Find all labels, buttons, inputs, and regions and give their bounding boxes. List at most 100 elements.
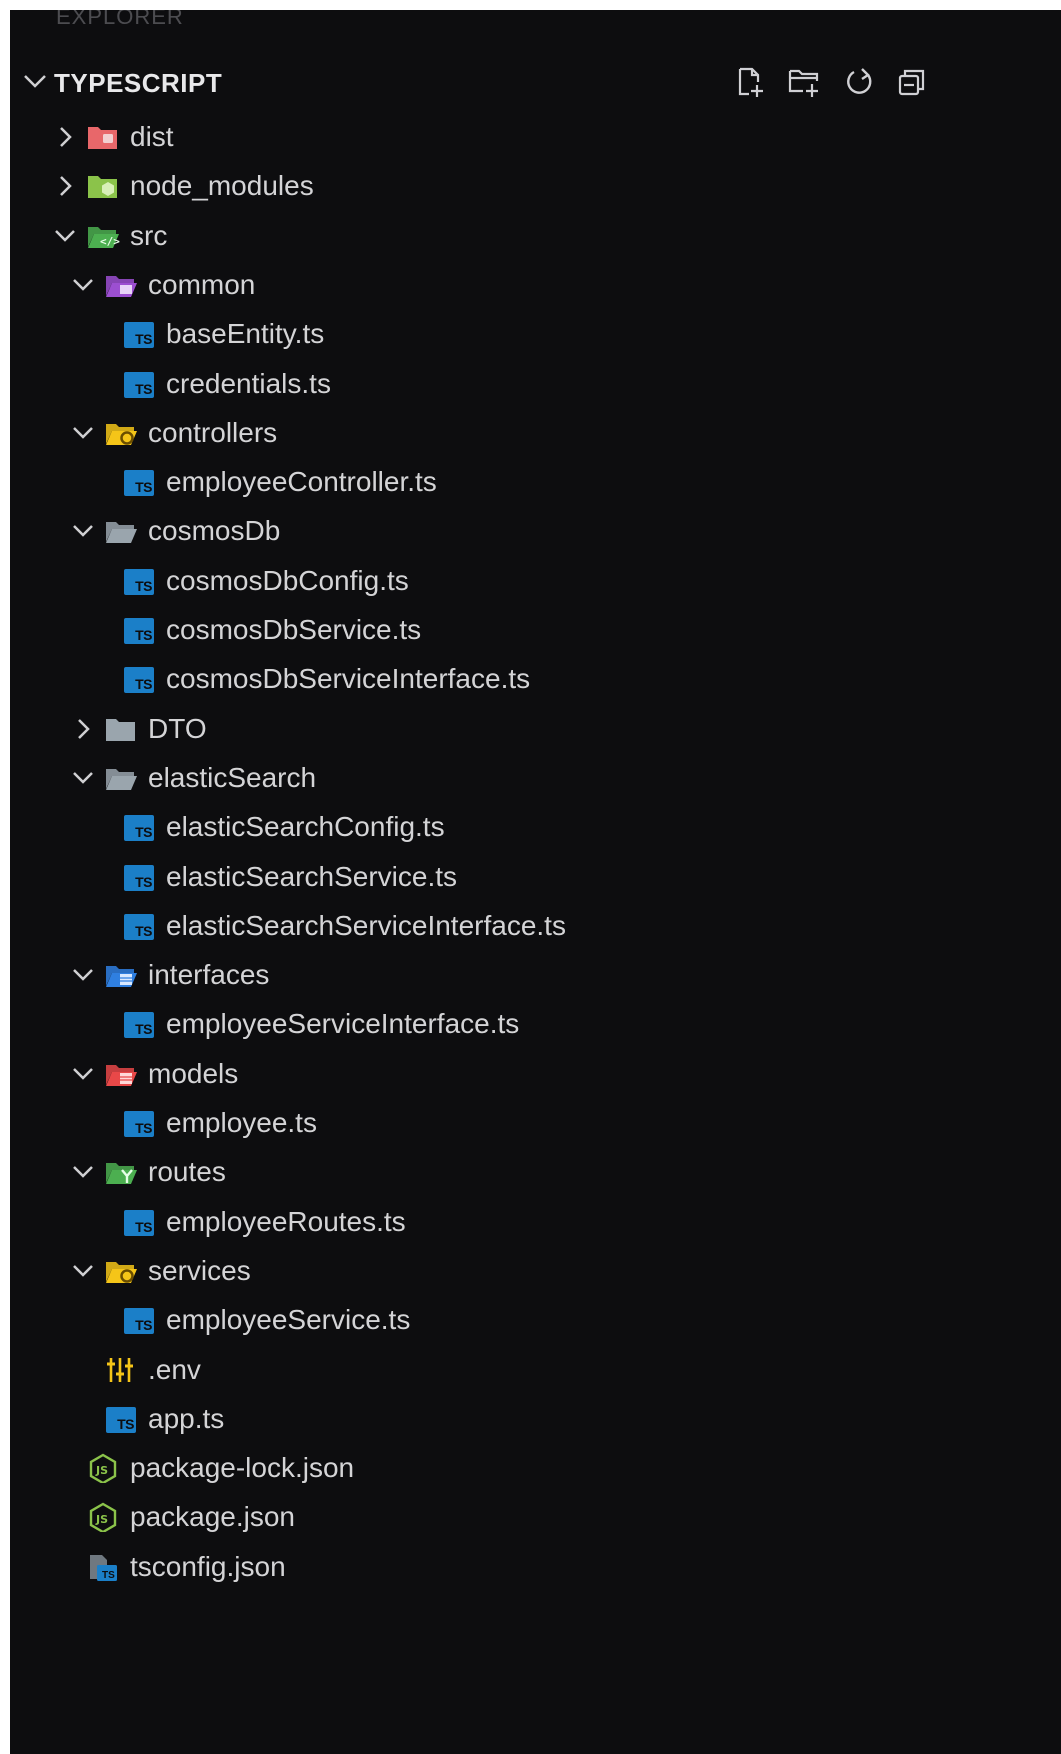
tree-item-label: elasticSearch xyxy=(148,761,317,793)
tree-file-employeecontroller-ts[interactable]: TS employeeController.ts xyxy=(10,455,1061,509)
folder-common-icon xyxy=(106,275,137,297)
new-file-button[interactable] xyxy=(732,64,768,100)
tree-item-label: employee.ts xyxy=(166,1107,317,1138)
typescript-file-icon: TS xyxy=(122,1108,156,1138)
tree-file-elasticsearchserviceinterface-ts[interactable]: TS elasticSearchServiceInterface.ts xyxy=(10,899,1061,953)
typescript-file-icon: TS xyxy=(122,615,156,645)
tree-item-label: node_modules xyxy=(130,170,314,202)
tree-file-package-lock-json[interactable]: JS package-lock.json xyxy=(10,1441,1061,1495)
chevron-down-icon[interactable] xyxy=(68,763,98,793)
folder-controllers-icon xyxy=(106,423,137,445)
tree-file-app-ts[interactable]: TS app.ts xyxy=(10,1392,1061,1446)
tree-item-label: controllers xyxy=(148,416,278,448)
tree-folder-models[interactable]: models xyxy=(10,1047,1061,1101)
svg-text:TS: TS xyxy=(102,1570,115,1581)
tree-file-baseentity-ts[interactable]: TS baseEntity.ts xyxy=(10,307,1061,361)
tree-file-elasticsearchservice-ts[interactable]: TS elasticSearchService.ts xyxy=(10,850,1061,904)
tree-item-label: routes xyxy=(148,1156,226,1188)
tree-folder-controllers[interactable]: controllers xyxy=(10,406,1061,460)
refresh-button[interactable] xyxy=(842,64,878,100)
new-folder-icon xyxy=(788,69,819,97)
tree-file-package-json[interactable]: JS package.json xyxy=(10,1490,1061,1544)
typescript-file-icon: TS xyxy=(122,1009,156,1039)
new-folder-button[interactable] xyxy=(786,64,822,100)
tree-folder-services[interactable]: services xyxy=(10,1244,1061,1298)
chevron-right-icon[interactable] xyxy=(50,122,80,152)
chevron-down-icon[interactable] xyxy=(68,1256,98,1286)
tree-file-tsconfig-json[interactable]: TS tsconfig.json xyxy=(10,1540,1061,1594)
folder-node-icon xyxy=(88,176,117,199)
tree-folder-src[interactable]: </> src xyxy=(10,209,1061,263)
chevron-down-icon[interactable] xyxy=(68,960,98,990)
chevron-down-icon[interactable] xyxy=(68,1059,98,1089)
tree-folder-cosmosdb[interactable]: cosmosDb xyxy=(10,504,1061,558)
section-header[interactable]: TYPESCRIPT xyxy=(10,54,1061,108)
tree-item-label: .env xyxy=(148,1353,201,1385)
typescript-file-icon: TS xyxy=(122,911,156,941)
folder-models-icon xyxy=(106,1064,137,1086)
chevron-down-icon[interactable] xyxy=(68,516,98,546)
tree-folder-common[interactable]: common xyxy=(10,258,1061,312)
section-title: TYPESCRIPT xyxy=(54,68,223,98)
tree-item-label: cosmosDb xyxy=(148,515,281,547)
tree-item-label: package-lock.json xyxy=(130,1452,355,1484)
tree-item-label: baseEntity.ts xyxy=(166,318,325,350)
tree-item-label: app.ts xyxy=(148,1402,225,1434)
chevron-right-icon[interactable] xyxy=(50,171,80,201)
tree-item-label: employeeController.ts xyxy=(166,466,437,498)
tree-file-cosmosdbservice-ts[interactable]: TS cosmosDbService.ts xyxy=(10,603,1061,657)
tree-file-elasticsearchconfig-ts[interactable]: TS elasticSearchConfig.ts xyxy=(10,800,1061,854)
tree-item-label: employeeRoutes.ts xyxy=(166,1205,406,1237)
tree-item-label: cosmosDbServiceInterface.ts xyxy=(166,663,531,695)
tree-file-cosmosdbserviceinterface-ts[interactable]: TS cosmosDbServiceInterface.ts xyxy=(10,652,1061,706)
typescript-file-icon: TS xyxy=(122,566,156,596)
chevron-down-icon[interactable] xyxy=(20,66,50,96)
nodejs-icon: JS xyxy=(89,1453,117,1484)
tree-folder-node-modules[interactable]: node_modules xyxy=(10,159,1061,213)
tree-file-env[interactable]: .env xyxy=(10,1343,1061,1397)
tree-item-label: common xyxy=(148,268,256,300)
tree-folder-dist[interactable]: dist xyxy=(10,110,1061,164)
folder-icon xyxy=(106,718,135,741)
typescript-file-icon: TS xyxy=(104,1404,138,1434)
svg-text:JS: JS xyxy=(95,1464,108,1477)
svg-text:JS: JS xyxy=(95,1513,108,1526)
tree-file-employeeservice-ts[interactable]: TS employeeService.ts xyxy=(10,1293,1061,1347)
tree-file-employee-ts[interactable]: TS employee.ts xyxy=(10,1096,1061,1150)
tree-item-label: employeeService.ts xyxy=(166,1304,411,1336)
tree-item-label: services xyxy=(148,1254,251,1286)
typescript-file-icon: TS xyxy=(122,319,156,349)
tree-folder-elasticsearch[interactable]: elasticSearch xyxy=(10,751,1061,805)
folder-routes-icon xyxy=(106,1163,137,1185)
tree-item-label: models xyxy=(148,1057,239,1089)
tree-file-employeeserviceinterface-ts[interactable]: TS employeeServiceInterface.ts xyxy=(10,997,1061,1051)
chevron-down-icon[interactable] xyxy=(68,418,98,448)
typescript-file-icon: TS xyxy=(122,862,156,892)
collapse-all-icon xyxy=(898,69,925,96)
tree-item-label: cosmosDbService.ts xyxy=(166,614,422,645)
refresh-icon xyxy=(847,68,872,94)
chevron-down-icon[interactable] xyxy=(50,221,80,251)
tree-folder-dto[interactable]: DTO xyxy=(10,702,1061,756)
collapse-all-button[interactable] xyxy=(894,64,930,100)
tree-folder-interfaces[interactable]: interfaces xyxy=(10,948,1061,1002)
env-settings-icon xyxy=(107,1357,133,1382)
folder-services-icon xyxy=(106,1261,137,1283)
tsconfig-icon: TS xyxy=(90,1554,117,1581)
folder-dist-icon xyxy=(88,127,117,149)
tree-item-label: employeeServiceInterface.ts xyxy=(166,1008,520,1040)
tree-file-credentials-ts[interactable]: TS credentials.ts xyxy=(10,357,1061,411)
chevron-down-icon[interactable] xyxy=(68,270,98,300)
tree-file-cosmosdbconfig-ts[interactable]: TS cosmosDbConfig.ts xyxy=(10,554,1061,608)
folder-open-icon xyxy=(106,522,137,544)
chevron-down-icon[interactable] xyxy=(68,1157,98,1187)
explorer-panel: EXPLORER TYPESCRIPT dist node_modules </… xyxy=(10,10,1061,1754)
tree-file-employeeroutes-ts[interactable]: TS employeeRoutes.ts xyxy=(10,1195,1061,1249)
tree-item-label: tsconfig.json xyxy=(130,1550,286,1582)
tree-item-label: elasticSearchServiceInterface.ts xyxy=(166,909,566,941)
tree-folder-routes[interactable]: routes xyxy=(10,1145,1061,1199)
tree-item-label: dist xyxy=(130,121,174,152)
tree-item-label: elasticSearchService.ts xyxy=(166,860,458,892)
chevron-right-icon[interactable] xyxy=(68,714,98,744)
folder-src-icon: </> xyxy=(88,226,120,248)
